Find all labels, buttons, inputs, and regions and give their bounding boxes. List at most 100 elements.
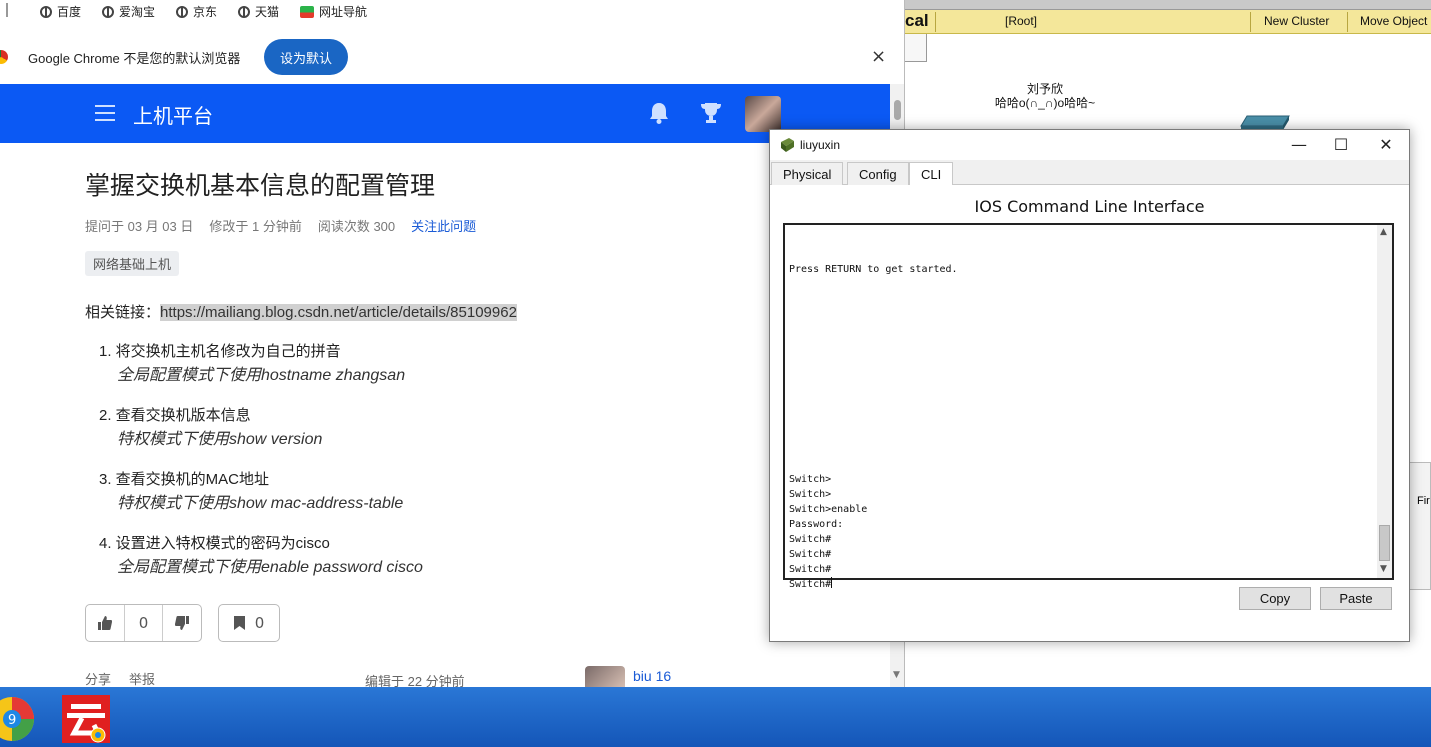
- trophy-icon[interactable]: [699, 101, 723, 125]
- question-meta: 提问于 03 月 03 日 修改于 1 分钟前 阅读次数 300 关注此问题: [85, 216, 476, 235]
- thumbs-down-icon: [175, 616, 190, 630]
- maximize-button[interactable]: ☐: [1326, 134, 1356, 156]
- step-text: 3. 查看交换机的MAC地址: [99, 471, 270, 488]
- dialog-titlebar[interactable]: liuyuxin — ☐ ✕: [770, 130, 1409, 160]
- related-link-label: 相关链接：: [85, 304, 161, 321]
- terminal-scrollbar[interactable]: ▲ ▼: [1377, 225, 1392, 578]
- pt-move-object-button[interactable]: Move Object: [1360, 14, 1427, 28]
- dialog-tabs: Physical Config CLI: [770, 162, 1409, 186]
- chrome-icon: [0, 50, 8, 64]
- cli-terminal[interactable]: Press RETURN to get started. Switch> Swi…: [783, 223, 1394, 590]
- scroll-down-icon[interactable]: ▼: [893, 670, 900, 680]
- globe-icon: [40, 5, 52, 18]
- globe-icon: [176, 5, 188, 18]
- author-name[interactable]: biu 16: [633, 668, 671, 684]
- copy-button[interactable]: Copy: [1239, 587, 1311, 610]
- pt-separator: [935, 12, 936, 32]
- avatar[interactable]: [745, 96, 781, 132]
- default-browser-infobar: Google Chrome 不是您的默认浏览器 设为默认 ×: [0, 30, 904, 84]
- paste-button[interactable]: Paste: [1320, 587, 1392, 610]
- close-icon[interactable]: ×: [871, 46, 886, 67]
- taskbar: 9: [0, 687, 1431, 747]
- report-link[interactable]: 举报: [129, 669, 155, 687]
- tab-physical[interactable]: Physical: [771, 162, 844, 185]
- globe-icon: [238, 5, 250, 18]
- step-text: 2. 查看交换机版本信息: [99, 407, 251, 424]
- pt-palette-corner: [905, 34, 927, 62]
- dialog-title: liuyuxin: [800, 138, 841, 152]
- scroll-down-icon[interactable]: ▼: [1380, 564, 1387, 574]
- question-title: 掌握交换机基本信息的配置管理: [85, 172, 436, 200]
- vote-group: 0: [85, 604, 202, 642]
- pt-device-label[interactable]: 刘予欣 哈哈o(∩_∩)o哈哈~: [975, 82, 1115, 110]
- view-count: 阅读次数 300: [317, 219, 396, 234]
- pt-side-panel-text: Fir: [1417, 495, 1430, 507]
- related-link: 相关链接：https://mailiang.blog.csdn.net/arti…: [85, 301, 517, 322]
- scroll-thumb[interactable]: [894, 100, 901, 120]
- pt-new-cluster-button[interactable]: New Cluster: [1264, 14, 1329, 28]
- hao123-icon: [300, 5, 314, 18]
- follow-question-link[interactable]: 关注此问题: [411, 216, 476, 235]
- bookmark-label: 爱淘宝: [119, 5, 156, 19]
- modified-time: 修改于 1 分钟前: [209, 219, 302, 234]
- question-tag[interactable]: 网络基础上机: [85, 251, 180, 276]
- bookmark-baidu[interactable]: 百度: [40, 3, 81, 20]
- terminal-text: Press RETURN to get started. Switch> Swi…: [789, 264, 958, 590]
- bookmark-tmall[interactable]: 天猫: [238, 3, 279, 20]
- svg-text:9: 9: [8, 713, 16, 728]
- cloud-app-icon[interactable]: [62, 695, 110, 743]
- pt-separator: [1250, 12, 1251, 32]
- related-link-url[interactable]: https://mailiang.blog.csdn.net/article/d…: [160, 304, 517, 321]
- list-item: 4. 设置进入特权模式的密码为cisco 全局配置模式下使用enable pass…: [99, 532, 423, 580]
- step-text: 4. 设置进入特权模式的密码为cisco: [99, 535, 330, 552]
- bookmark-jd[interactable]: 京东: [176, 3, 217, 20]
- pt-root-label[interactable]: [Root]: [1005, 14, 1037, 28]
- share-link[interactable]: 分享: [85, 669, 111, 687]
- pt-toolbar: [905, 0, 1431, 10]
- tab-config[interactable]: Config: [847, 162, 909, 185]
- scroll-up-icon[interactable]: ▲: [1380, 227, 1387, 237]
- set-default-button[interactable]: 设为默认: [264, 39, 348, 75]
- infobar-message: Google Chrome 不是您的默认浏览器: [28, 51, 241, 66]
- bookmarks-divider: [6, 3, 8, 17]
- step-text: 1. 将交换机主机名修改为自己的拼音: [99, 343, 341, 360]
- pt-device-label-name: 刘予欣: [1026, 82, 1063, 96]
- step-hint: 特权模式下使用show version: [117, 431, 323, 448]
- bookmark-count: 0: [254, 614, 265, 632]
- menu-icon[interactable]: [95, 105, 115, 121]
- pt-device-label-note: 哈哈o(∩_∩)o哈哈~: [994, 96, 1096, 110]
- text-cursor: [831, 577, 833, 588]
- site-header: 上机平台: [0, 84, 890, 143]
- bookmarks-bar: 百度 爱淘宝 京东 天猫 网址导航: [0, 0, 904, 22]
- bookmark-button[interactable]: 0: [218, 604, 280, 642]
- step-hint: 特权模式下使用show mac-address-table: [117, 495, 404, 512]
- thumbs-up-button[interactable]: [86, 605, 125, 641]
- list-item: 2. 查看交换机版本信息特权模式下使用show version: [99, 404, 423, 452]
- thumbs-down-button[interactable]: [163, 605, 201, 641]
- author-avatar[interactable]: [585, 666, 625, 687]
- terminal-scroll-thumb[interactable]: [1379, 525, 1390, 561]
- browser-2345-icon[interactable]: 9: [0, 695, 36, 743]
- pt-logical-label: cal: [905, 11, 929, 30]
- pt-side-panel: [1409, 462, 1431, 590]
- device-dialog: liuyuxin — ☐ ✕ Physical Config CLI IOS C…: [769, 129, 1410, 642]
- vote-count: 0: [125, 605, 164, 641]
- steps-list: 1. 将交换机主机名修改为自己的拼音全局配置模式下使用hostname zhan…: [99, 340, 423, 596]
- thumbs-up-icon: [97, 616, 112, 630]
- minimize-button[interactable]: —: [1284, 134, 1314, 156]
- asked-date: 提问于 03 月 03 日: [85, 219, 194, 234]
- bookmark-aitaobao[interactable]: 爱淘宝: [102, 3, 155, 20]
- bookmark-label: 网址导航: [319, 5, 368, 19]
- bookmark-icon: [233, 616, 245, 630]
- terminal-output[interactable]: Press RETURN to get started. Switch> Swi…: [789, 247, 1374, 590]
- pt-separator: [1347, 12, 1348, 32]
- bookmark-label: 京东: [193, 5, 218, 19]
- bookmark-hao123[interactable]: 网址导航: [300, 3, 367, 20]
- list-item: 1. 将交换机主机名修改为自己的拼音全局配置模式下使用hostname zhan…: [99, 340, 423, 388]
- list-item: 3. 查看交换机的MAC地址特权模式下使用show mac-address-ta…: [99, 468, 423, 516]
- bell-icon[interactable]: [648, 101, 670, 125]
- site-title[interactable]: 上机平台: [133, 100, 213, 129]
- close-button[interactable]: ✕: [1371, 134, 1401, 156]
- step-hint: 全局配置模式下使用hostname zhangsan: [117, 367, 406, 384]
- tab-cli[interactable]: CLI: [909, 162, 954, 186]
